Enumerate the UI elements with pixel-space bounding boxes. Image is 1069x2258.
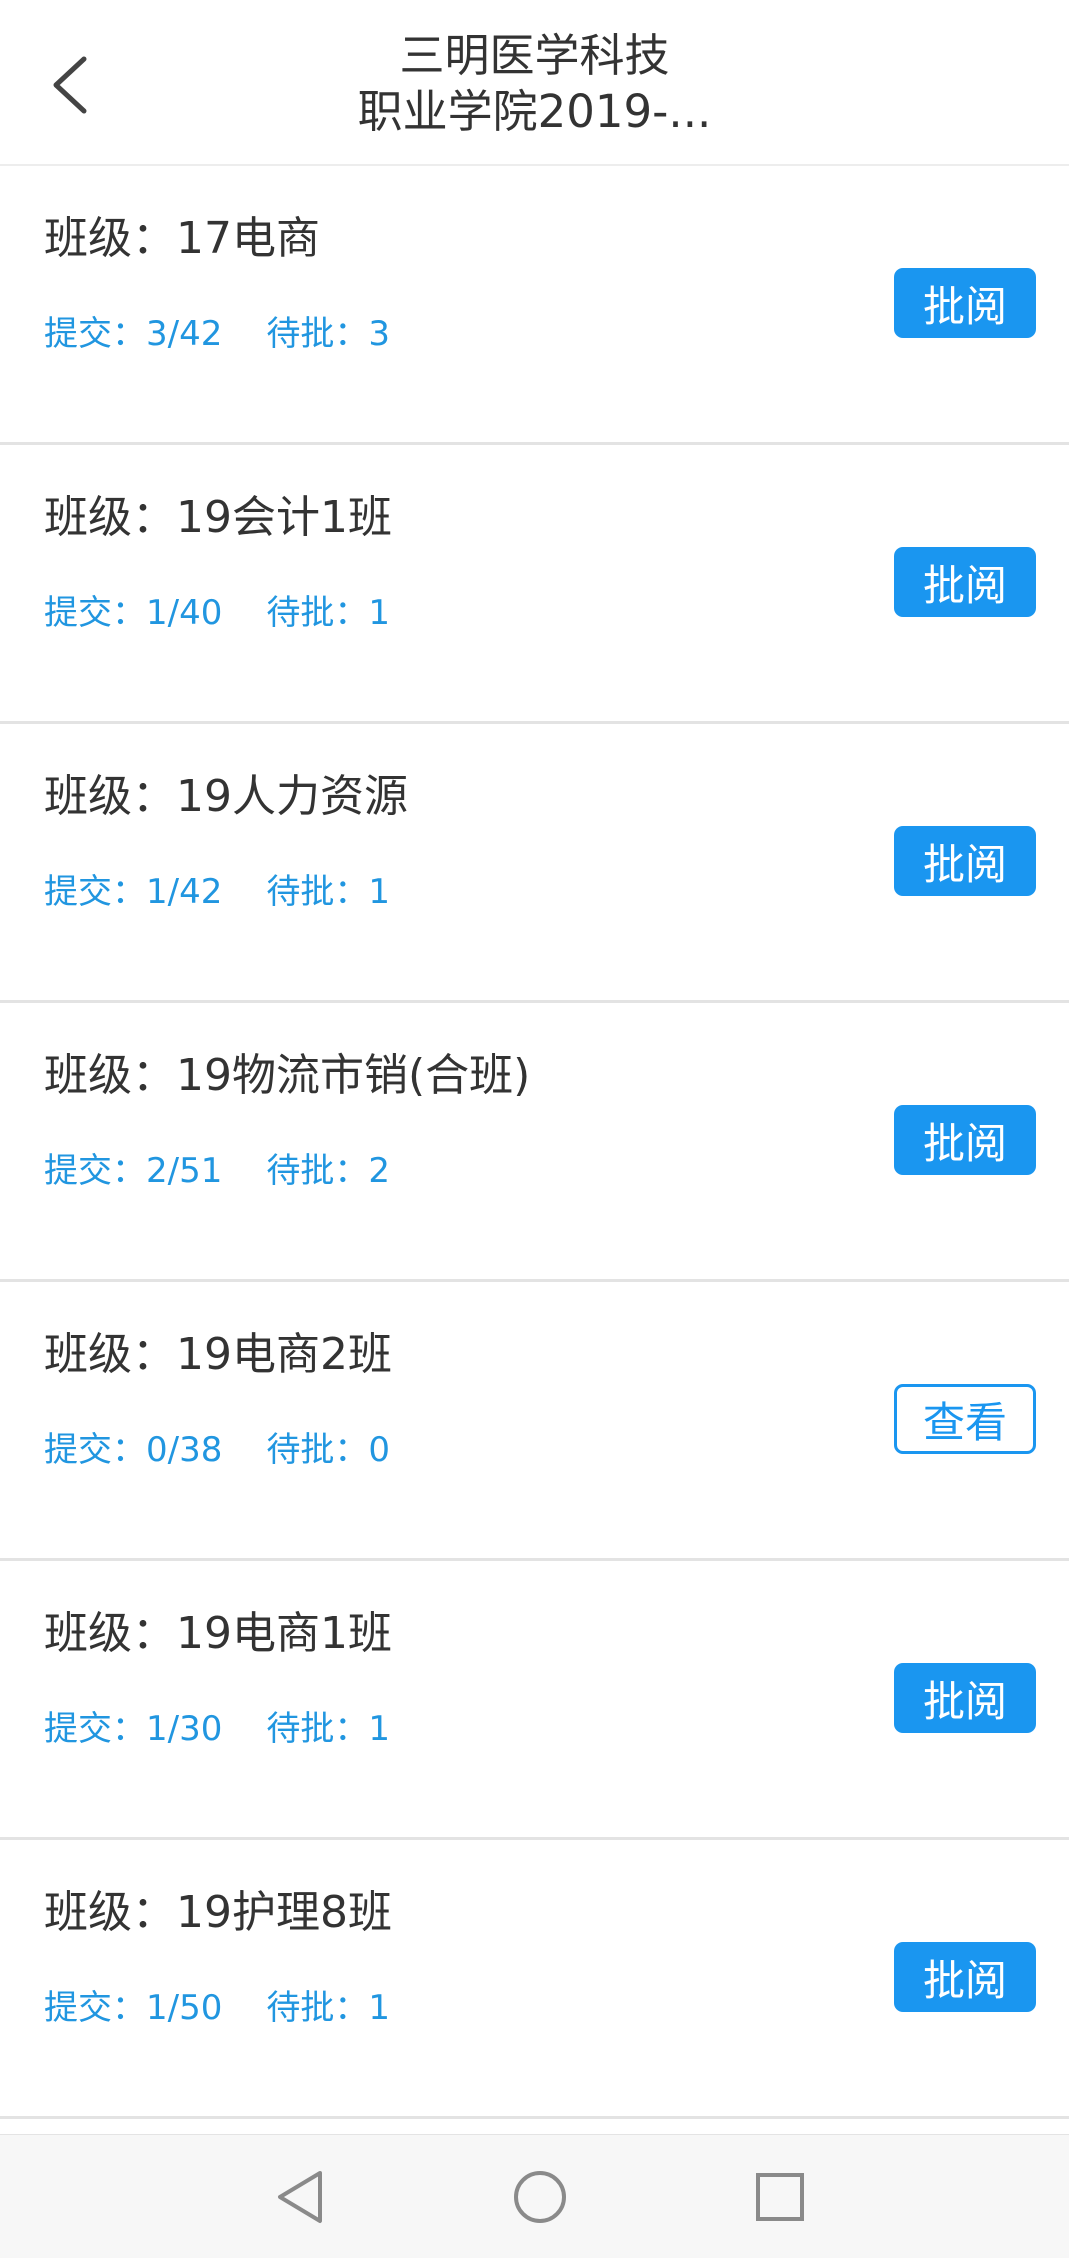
view-button[interactable]: 查看 xyxy=(894,1384,1036,1454)
class-stats: 提交：2/51 待批：2 xyxy=(44,1149,390,1193)
pending-count: 待批：1 xyxy=(266,1988,390,2028)
submitted-count: 提交：1/40 xyxy=(44,593,223,633)
class-row: 班级：17电商 提交：3/42 待批：3 批阅 xyxy=(0,166,1069,445)
pending-count: 待批：1 xyxy=(266,593,390,633)
class-name: 班级：17电商 xyxy=(44,213,320,264)
class-stats: 提交：1/30 待批：1 xyxy=(44,1707,390,1751)
class-name: 班级：19人力资源 xyxy=(44,771,408,822)
back-button[interactable] xyxy=(30,40,110,130)
review-button[interactable]: 批阅 xyxy=(894,268,1036,338)
review-button[interactable]: 批阅 xyxy=(894,1105,1036,1175)
class-stats: 提交：1/42 待批：1 xyxy=(44,870,390,914)
class-name: 班级：19会计1班 xyxy=(44,492,392,543)
nav-recents-button[interactable] xyxy=(738,2155,822,2239)
class-row: 班级：19人力资源 提交：1/42 待批：1 批阅 xyxy=(0,724,1069,1003)
submitted-count: 提交：3/42 xyxy=(44,314,223,354)
class-stats: 提交：1/40 待批：1 xyxy=(44,591,390,635)
review-button[interactable]: 批阅 xyxy=(894,547,1036,617)
submitted-count: 提交：1/50 xyxy=(44,1988,223,2028)
recents-square-icon xyxy=(756,2173,804,2221)
home-circle-icon xyxy=(514,2171,566,2223)
class-name: 班级：19电商2班 xyxy=(44,1329,392,1380)
class-row: 班级：19物流市销(合班) 提交：2/51 待批：2 批阅 xyxy=(0,1003,1069,1282)
back-triangle-icon xyxy=(278,2171,322,2223)
header-bar: 三明医学科技 职业学院2019-... xyxy=(0,0,1069,166)
review-button[interactable]: 批阅 xyxy=(894,1663,1036,1733)
nav-home-button[interactable] xyxy=(498,2155,582,2239)
class-stats: 提交：0/38 待批：0 xyxy=(44,1428,390,1472)
page-title: 三明医学科技 职业学院2019-... xyxy=(200,28,869,140)
page-title-line-1: 三明医学科技 xyxy=(399,29,670,82)
class-row: 班级：19护理8班 提交：1/50 待批：1 批阅 xyxy=(0,1840,1069,2119)
class-stats: 提交：3/42 待批：3 xyxy=(44,312,390,356)
class-row: 班级：19会计1班 提交：1/40 待批：1 批阅 xyxy=(0,445,1069,724)
review-button[interactable]: 批阅 xyxy=(894,1942,1036,2012)
pending-count: 待批：1 xyxy=(266,872,390,912)
pending-count: 待批：2 xyxy=(266,1151,390,1191)
class-name: 班级：19护理8班 xyxy=(44,1887,392,1938)
submitted-count: 提交：2/51 xyxy=(44,1151,223,1191)
pending-count: 待批：0 xyxy=(266,1430,390,1470)
class-stats: 提交：1/50 待批：1 xyxy=(44,1986,390,2030)
class-list: 班级：17电商 提交：3/42 待批：3 批阅 班级：19会计1班 提交：1/40… xyxy=(0,166,1069,2119)
submitted-count: 提交：0/38 xyxy=(44,1430,223,1470)
class-name: 班级：19物流市销(合班) xyxy=(44,1050,531,1101)
class-row: 班级：19电商1班 提交：1/30 待批：1 批阅 xyxy=(0,1561,1069,1840)
chevron-left-icon xyxy=(53,56,87,114)
class-name: 班级：19电商1班 xyxy=(44,1608,392,1659)
pending-count: 待批：3 xyxy=(266,314,390,354)
submitted-count: 提交：1/30 xyxy=(44,1709,223,1749)
system-navigation-bar xyxy=(0,2134,1069,2258)
class-row: 班级：19电商2班 提交：0/38 待批：0 查看 xyxy=(0,1282,1069,1561)
page-title-line-2: 职业学院2019-... xyxy=(357,85,712,138)
pending-count: 待批：1 xyxy=(266,1709,390,1749)
submitted-count: 提交：1/42 xyxy=(44,872,223,912)
review-button[interactable]: 批阅 xyxy=(894,826,1036,896)
nav-back-button[interactable] xyxy=(258,2155,342,2239)
